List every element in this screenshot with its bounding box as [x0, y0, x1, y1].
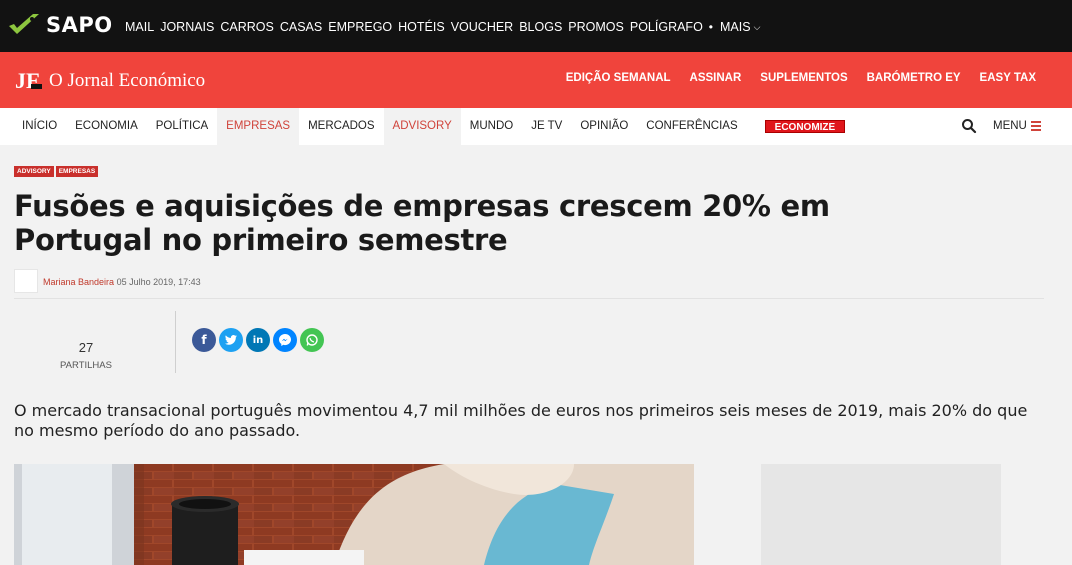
nav-item-mundo[interactable]: MUNDO: [461, 108, 522, 145]
sapo-link-jornais[interactable]: JORNAIS: [160, 20, 214, 34]
tag-empresas[interactable]: EMPRESAS: [55, 166, 99, 177]
je-logo[interactable]: JE: [14, 67, 44, 93]
sapo-link-mail[interactable]: MAIL: [125, 20, 154, 34]
hero-photo: [14, 464, 694, 565]
sapo-link-blogs[interactable]: BLOGS: [519, 20, 562, 34]
economize-badge[interactable]: ECONOMIZE: [764, 120, 846, 133]
share-divider: [175, 311, 176, 373]
sapo-link-carros[interactable]: CARROS: [220, 20, 273, 34]
je-link-barometro-ey[interactable]: BARÓMETRO EY: [867, 72, 961, 84]
share-count: 27 PARTILHAS: [60, 340, 112, 371]
linkedin-icon[interactable]: in: [246, 328, 270, 352]
facebook-icon[interactable]: f: [192, 328, 216, 352]
article-tags: ADVISORY EMPRESAS: [14, 166, 100, 177]
whatsapp-icon[interactable]: [300, 328, 324, 352]
sapo-logo-icon[interactable]: [7, 12, 41, 36]
divider: [14, 298, 1044, 299]
nav-item-je-tv[interactable]: JE TV: [522, 108, 571, 145]
sapo-link-promos[interactable]: PROMOS: [568, 20, 624, 34]
ad-placeholder: [761, 464, 1001, 565]
nav-item-conferencias[interactable]: CONFERÊNCIAS: [637, 108, 746, 145]
hamburger-icon: [1030, 121, 1041, 131]
menu-button[interactable]: MENU: [993, 120, 1041, 132]
je-link-edicao-semanal[interactable]: EDIÇÃO SEMANAL: [566, 72, 671, 84]
search-icon[interactable]: [961, 118, 977, 134]
sapo-top-bar: SAPO MAIL JORNAIS CARROS CASAS EMPREGO H…: [0, 0, 1072, 52]
sapo-more-menu[interactable]: MAIS ⌵: [720, 20, 760, 34]
share-count-number: 27: [78, 340, 94, 355]
je-link-easy-tax[interactable]: EASY TAX: [980, 72, 1036, 84]
article-hero-image: [14, 464, 694, 565]
tag-advisory[interactable]: ADVISORY: [14, 166, 54, 177]
separator-dot: •: [708, 20, 713, 34]
je-monogram: JE: [15, 68, 41, 93]
social-share-buttons: f in: [192, 328, 327, 352]
article-lead: O mercado transacional português movimen…: [14, 401, 1028, 440]
sapo-links: MAIL JORNAIS CARROS CASAS EMPREGO HOTÉIS…: [125, 20, 766, 34]
author-avatar: [14, 269, 38, 293]
article-title: Fusões e aquisições de empresas crescem …: [14, 189, 830, 257]
je-header: JE O Jornal Económico EDIÇÃO SEMANAL ASS…: [0, 52, 1072, 108]
twitter-icon[interactable]: [219, 328, 243, 352]
nav-item-opiniao[interactable]: OPINIÃO: [571, 108, 637, 145]
article-date: 05 Julho 2019, 17:43: [116, 277, 201, 287]
nav-item-mercados[interactable]: MERCADOS: [299, 108, 383, 145]
sapo-link-voucher[interactable]: VOUCHER: [451, 20, 514, 34]
sapo-more-label: MAIS: [720, 20, 751, 34]
article-byline: Mariana Bandeira 05 Julho 2019, 17:43: [43, 277, 201, 287]
je-link-assinar[interactable]: ASSINAR: [690, 72, 742, 84]
je-link-suplementos[interactable]: SUPLEMENTOS: [760, 72, 847, 84]
sapo-link-casas[interactable]: CASAS: [280, 20, 322, 34]
nav-item-economia[interactable]: ECONOMIA: [66, 108, 147, 145]
sapo-link-poligrafo[interactable]: POLÍGRAFO: [630, 20, 703, 34]
messenger-icon[interactable]: [273, 328, 297, 352]
je-site-name[interactable]: O Jornal Económico: [49, 70, 205, 92]
nav-item-advisory[interactable]: ADVISORY: [383, 108, 461, 145]
chevron-down-icon: ⌵: [753, 22, 761, 32]
nav-item-politica[interactable]: POLÍTICA: [147, 108, 217, 145]
nav-item-empresas[interactable]: EMPRESAS: [217, 108, 300, 145]
share-count-label: PARTILHAS: [60, 360, 112, 371]
section-nav: INÍCIO ECONOMIA POLÍTICA EMPRESAS MERCAD…: [0, 108, 1072, 145]
nav-item-inicio[interactable]: INÍCIO: [13, 108, 66, 145]
menu-label: MENU: [993, 120, 1027, 132]
sapo-link-hoteis[interactable]: HOTÉIS: [398, 20, 445, 34]
je-links: EDIÇÃO SEMANAL ASSINAR SUPLEMENTOS BARÓM…: [547, 72, 1036, 84]
sapo-link-emprego[interactable]: EMPREGO: [328, 20, 392, 34]
author-link[interactable]: Mariana Bandeira: [43, 277, 114, 287]
sapo-brand[interactable]: SAPO: [46, 13, 113, 37]
